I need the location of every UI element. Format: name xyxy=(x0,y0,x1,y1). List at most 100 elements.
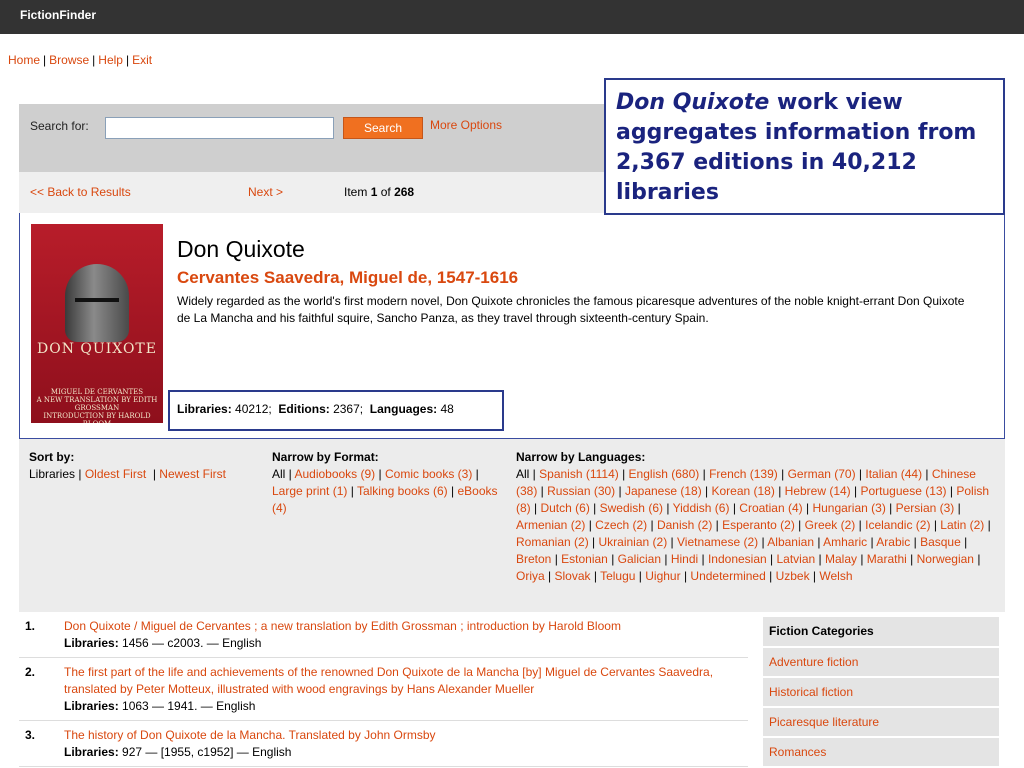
format-option[interactable]: Large print (1) xyxy=(272,484,347,498)
format-option[interactable]: Talking books (6) xyxy=(357,484,448,498)
language-option[interactable]: Swedish (6) xyxy=(600,501,663,515)
category-link[interactable]: Romances xyxy=(769,745,826,759)
nav-separator: | xyxy=(125,53,130,67)
language-option[interactable]: Japanese (18) xyxy=(625,484,702,498)
search-label: Search for: xyxy=(30,119,89,133)
nav-separator: | xyxy=(92,53,96,67)
language-option[interactable]: Hungarian (3) xyxy=(812,501,885,515)
format-all: All xyxy=(272,467,286,481)
annotation-callout: Don Quixote work view aggregates informa… xyxy=(604,78,1005,215)
language-option[interactable]: Telugu xyxy=(600,569,635,583)
search-input[interactable] xyxy=(105,117,334,139)
result-number: 2. xyxy=(25,665,36,679)
top-nav: Home | Browse | Help | Exit xyxy=(8,53,152,67)
nav-help-link[interactable]: Help xyxy=(98,53,123,67)
sort-heading: Sort by: xyxy=(29,450,75,464)
category-item: Romances xyxy=(763,738,999,766)
language-option[interactable]: Spanish (1114) xyxy=(539,467,619,481)
language-option[interactable]: English (680) xyxy=(629,467,700,481)
format-option[interactable]: Audiobooks (9) xyxy=(294,467,375,481)
language-option[interactable]: Uzbek xyxy=(776,569,810,583)
result-title-link[interactable]: The first part of the life and achieveme… xyxy=(64,665,713,696)
language-option[interactable]: Portuguese (13) xyxy=(860,484,946,498)
facets-panel: Sort by: Libraries | Oldest First | Newe… xyxy=(19,439,1005,612)
fiction-categories: Fiction Categories Adventure fiction Hist… xyxy=(763,617,999,768)
back-to-results-link[interactable]: << Back to Results xyxy=(30,185,131,199)
language-option[interactable]: Icelandic (2) xyxy=(865,518,930,532)
helmet-illustration xyxy=(65,264,129,342)
nav-separator: | xyxy=(43,53,47,67)
language-option[interactable]: Hebrew (14) xyxy=(785,484,851,498)
result-title-link[interactable]: The history of Don Quixote de la Mancha.… xyxy=(64,728,436,742)
search-button[interactable]: Search xyxy=(343,117,423,139)
language-option[interactable]: Hindi xyxy=(671,552,698,566)
language-option[interactable]: Uighur xyxy=(645,569,680,583)
language-option[interactable]: Slovak xyxy=(554,569,590,583)
cover-title: DON QUIXOTE xyxy=(37,341,157,357)
app-title: FictionFinder xyxy=(20,8,96,22)
item-counter: Item 1 of 268 xyxy=(344,185,415,199)
language-all: All xyxy=(516,467,530,481)
result-meta: Libraries: 1063 — 1941. — English xyxy=(64,699,256,713)
language-option[interactable]: Basque xyxy=(920,535,961,549)
nav-exit-link[interactable]: Exit xyxy=(132,53,152,67)
language-option[interactable]: Vietnamese (2) xyxy=(677,535,758,549)
language-option[interactable]: Amharic xyxy=(823,535,867,549)
language-option[interactable]: Undetermined xyxy=(690,569,765,583)
categories-heading: Fiction Categories xyxy=(763,617,999,646)
category-item: Historical fiction xyxy=(763,678,999,706)
work-description: Widely regarded as the world's first mod… xyxy=(177,294,965,325)
language-option[interactable]: Welsh xyxy=(819,569,852,583)
language-option[interactable]: Oriya xyxy=(516,569,545,583)
languages-facet: Narrow by Languages: All | Spanish (1114… xyxy=(516,449,996,585)
sort-oldest-link[interactable]: Oldest First xyxy=(85,467,146,481)
language-option[interactable]: Persian (3) xyxy=(896,501,955,515)
language-option[interactable]: French (139) xyxy=(709,467,778,481)
result-row: 3. The history of Don Quixote de la Manch… xyxy=(19,721,748,767)
language-option[interactable]: German (70) xyxy=(788,467,856,481)
result-meta: Libraries: 1456 — c2003. — English xyxy=(64,636,262,650)
language-option[interactable]: Yiddish (6) xyxy=(673,501,730,515)
nav-home-link[interactable]: Home xyxy=(8,53,40,67)
editions-count: 2367; xyxy=(333,402,364,416)
language-option[interactable]: Czech (2) xyxy=(595,518,647,532)
next-link[interactable]: Next > xyxy=(248,185,283,199)
language-option[interactable]: Romanian (2) xyxy=(516,535,589,549)
language-option[interactable]: Estonian xyxy=(561,552,608,566)
language-option[interactable]: Russian (30) xyxy=(547,484,615,498)
language-option[interactable]: Esperanto (2) xyxy=(722,518,795,532)
category-item: Adventure fiction xyxy=(763,648,999,676)
language-option[interactable]: Croatian (4) xyxy=(739,501,802,515)
language-option[interactable]: Albanian xyxy=(767,535,814,549)
languages-count: 48 xyxy=(440,402,454,416)
callout-title: Don Quixote xyxy=(616,90,770,115)
language-option[interactable]: Latvian xyxy=(776,552,815,566)
result-number: 3. xyxy=(25,728,36,742)
work-author-link[interactable]: Cervantes Saavedra, Miguel de, 1547-1616 xyxy=(177,268,518,288)
language-option[interactable]: Latin (2) xyxy=(940,518,984,532)
language-option[interactable]: Greek (2) xyxy=(805,518,856,532)
language-option[interactable]: Malay xyxy=(825,552,857,566)
language-option[interactable]: Indonesian xyxy=(708,552,767,566)
category-link[interactable]: Picaresque literature xyxy=(769,715,879,729)
language-option[interactable]: Armenian (2) xyxy=(516,518,585,532)
language-option[interactable]: Arabic xyxy=(876,535,910,549)
format-option[interactable]: Comic books (3) xyxy=(385,467,472,481)
cover-subtitle: MIGUEL DE CERVANTES A NEW TRANSLATION BY… xyxy=(36,388,158,423)
language-option[interactable]: Italian (44) xyxy=(865,467,922,481)
category-link[interactable]: Historical fiction xyxy=(769,685,853,699)
result-title-link[interactable]: Don Quixote / Miguel de Cervantes ; a ne… xyxy=(64,619,621,633)
language-option[interactable]: Danish (2) xyxy=(657,518,712,532)
sort-newest-link[interactable]: Newest First xyxy=(159,467,226,481)
language-option[interactable]: Breton xyxy=(516,552,551,566)
language-option[interactable]: Galician xyxy=(618,552,661,566)
language-option[interactable]: Norwegian xyxy=(917,552,974,566)
nav-browse-link[interactable]: Browse xyxy=(49,53,89,67)
result-row: 1. Don Quixote / Miguel de Cervantes ; a … xyxy=(19,612,748,658)
category-link[interactable]: Adventure fiction xyxy=(769,655,858,669)
more-options-link[interactable]: More Options xyxy=(430,118,502,132)
language-option[interactable]: Dutch (6) xyxy=(540,501,589,515)
language-option[interactable]: Marathi xyxy=(867,552,907,566)
language-option[interactable]: Ukrainian (2) xyxy=(599,535,668,549)
language-option[interactable]: Korean (18) xyxy=(711,484,774,498)
